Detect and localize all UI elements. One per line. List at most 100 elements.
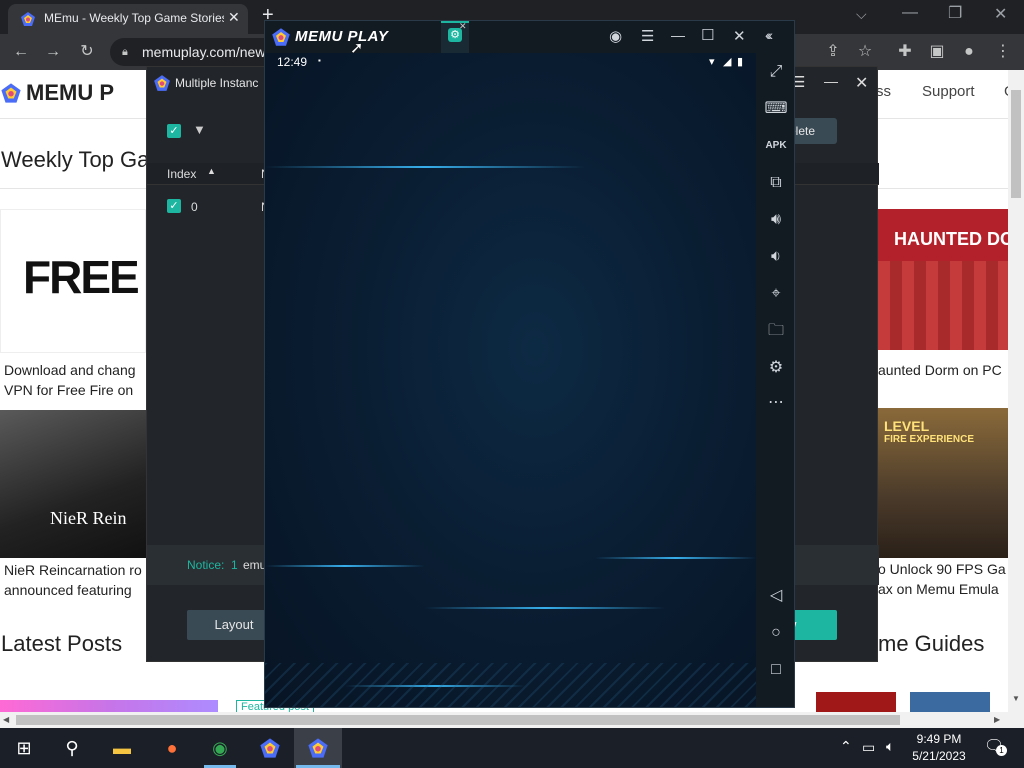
settings-gear-icon[interactable]: ⚙ — [756, 353, 794, 383]
post-thumbnail[interactable] — [0, 700, 218, 712]
reload-icon[interactable]: ↻ — [74, 34, 100, 70]
row-checkbox[interactable]: ✓ — [167, 199, 181, 213]
address-bar[interactable]: 🔒︎ memuplay.com/new — [110, 38, 290, 66]
column-header-index[interactable]: Index — [167, 167, 196, 181]
wifi-icon: ▾ — [709, 56, 715, 68]
site-logo[interactable]: MEMU P — [0, 80, 114, 106]
card-image-text: FREE — [23, 251, 140, 303]
share-icon[interactable]: ⇪ — [820, 34, 846, 70]
android-recents-icon[interactable]: □ — [756, 655, 794, 685]
bookmark-star-icon[interactable]: ☆ — [852, 34, 878, 70]
volume-icon[interactable]: 🔈︎ — [886, 738, 894, 755]
nav-item-partial[interactable]: ss — [876, 83, 891, 100]
card-image-text: HAUNTED DO — [894, 229, 1008, 249]
forward-icon[interactable]: → — [40, 34, 66, 70]
minimize-icon[interactable]: — — [671, 27, 685, 43]
close-window-icon[interactable]: ✕ — [994, 4, 1007, 24]
card-image-art — [878, 261, 1008, 350]
light-streak — [425, 607, 665, 609]
keyboard-icon[interactable]: ⌨ — [756, 94, 794, 124]
android-screen[interactable]: 12:49 ▪ ▾ ◢ ▮ — [265, 53, 756, 707]
section-heading-guides: me Guides — [878, 631, 985, 656]
more-options-icon[interactable]: ⋯ — [756, 388, 794, 418]
card-title[interactable]: Download and chang VPN for Free Fire on — [4, 360, 148, 400]
taskbar-time[interactable]: 9:49 PM — [916, 732, 962, 746]
network-icon[interactable]: ▭ — [862, 739, 875, 756]
android-back-icon[interactable]: ◁ — [756, 581, 794, 611]
chrome-icon[interactable]: ◉ — [196, 728, 244, 768]
taskbar-date[interactable]: 5/21/2023 — [910, 749, 968, 763]
volume-down-icon[interactable]: 🔉︎ — [756, 242, 794, 272]
guide-thumbnail[interactable] — [816, 692, 896, 712]
row-index: 0 — [191, 200, 198, 214]
browser-tab[interactable]: MEmu - Weekly Top Game Stories ✕ — [8, 4, 248, 34]
nav-item-support[interactable]: Support — [922, 83, 975, 100]
close-icon[interactable]: ✕ — [855, 73, 868, 93]
maximize-icon[interactable]: ☐ — [701, 26, 714, 44]
side-panel-icon[interactable]: ▣ — [924, 34, 950, 70]
url-text: memuplay.com/new — [142, 44, 266, 60]
tab-search-chevron-icon[interactable]: ⌵ — [856, 6, 867, 23]
restore-icon[interactable]: ❐ — [948, 3, 962, 23]
tab-close-icon[interactable]: ✕ — [459, 21, 467, 32]
filter-icon[interactable]: ▼ — [193, 122, 206, 137]
apk-install-icon[interactable]: APK — [756, 131, 794, 161]
scrollbar-thumb[interactable] — [16, 715, 900, 725]
tab-close-icon[interactable]: ✕ — [228, 9, 240, 26]
tab-title: MEmu - Weekly Top Game Stories — [44, 11, 224, 25]
android-home-icon[interactable]: ○ — [756, 618, 794, 648]
sort-ascending-icon[interactable]: ▲ — [207, 166, 216, 176]
notice-text: emu — [243, 558, 267, 572]
extensions-icon[interactable]: ✚ — [892, 34, 918, 70]
card-title[interactable]: o Unlock 90 FPS Ga ax on Memu Emula — [878, 559, 1008, 599]
profile-icon[interactable]: ● — [956, 34, 982, 70]
notice-count: 1 — [231, 558, 238, 572]
file-explorer-icon[interactable]: ▬ — [98, 728, 146, 768]
search-icon[interactable]: ⚲ — [48, 728, 96, 768]
card-image-text: FIRE EXPERIENCE — [884, 434, 975, 445]
close-icon[interactable]: ✕ — [733, 27, 746, 45]
firefox-icon[interactable]: ● — [148, 728, 196, 768]
memu-active-tab[interactable] — [294, 728, 342, 768]
card-image-nier[interactable]: NieR Rein — [0, 410, 146, 558]
scroll-left-icon[interactable]: ◀ — [3, 715, 9, 724]
minimize-icon[interactable]: — — [824, 73, 838, 89]
collapse-sidebar-icon[interactable]: ‹‹‹ — [765, 27, 773, 43]
scroll-down-icon[interactable]: ▼ — [1012, 694, 1020, 703]
tray-chevron-icon[interactable]: ⌃ — [840, 738, 852, 755]
multi-window-icon[interactable]: ⧉ — [756, 168, 794, 198]
scroll-right-icon[interactable]: ▶ — [994, 715, 1000, 724]
horizontal-scrollbar[interactable]: ◀ ▶ — [0, 712, 1024, 728]
menu-icon[interactable]: ☰ — [641, 27, 654, 45]
location-pin-icon[interactable]: ⌖ — [756, 279, 794, 309]
decorative-floor — [265, 663, 756, 707]
back-icon[interactable]: ← — [8, 34, 34, 70]
card-image-90fps[interactable]: LEVEL FIRE EXPERIENCE — [878, 408, 1008, 558]
memu-logo-text: MEMU PLAY — [295, 28, 389, 45]
folder-icon[interactable]: 🗀︎ — [756, 316, 794, 346]
memu-title-bar[interactable]: MEMU PLAY ⚙ ✕ ◉ ☰ — ☐ ✕ ‹‹‹ — [265, 21, 794, 53]
section-heading-latest: Latest Posts — [1, 631, 123, 656]
notification-count: 1 — [996, 745, 1007, 756]
volume-up-icon[interactable]: 🔊︎ — [756, 205, 794, 235]
guide-thumbnail[interactable] — [910, 692, 990, 712]
scrollbar-thumb[interactable] — [1011, 90, 1021, 198]
memu-sidebar: ⤢ ⌨ APK ⧉ 🔊︎ 🔉︎ ⌖ 🗀︎ ⚙ ⋯ ◁ ○ □ — [756, 53, 794, 707]
card-title[interactable]: aunted Dorm on PC — [878, 360, 1008, 380]
memu-taskbar-icon[interactable] — [246, 728, 294, 768]
notification-icon: ▪ — [318, 56, 321, 65]
card-title[interactable]: NieR Reincarnation ro announced featurin… — [4, 560, 148, 600]
section-heading-weekly: Weekly Top Ga — [1, 147, 150, 172]
card-image-free-fire[interactable]: FREE — [0, 209, 146, 353]
select-all-checkbox[interactable]: ✓ — [167, 124, 181, 138]
chrome-menu-icon[interactable]: ⋮ — [990, 34, 1016, 70]
minimize-icon[interactable]: — — [902, 4, 918, 22]
memu-logo-icon — [153, 74, 171, 92]
card-image-haunted-dorm[interactable]: HAUNTED DO — [878, 209, 1008, 350]
account-icon[interactable]: ◉ — [609, 27, 622, 45]
start-windows-icon[interactable]: ⊞ — [0, 728, 48, 768]
card-image-text: NieR Rein — [50, 508, 127, 528]
site-brand: MEMU P — [26, 80, 114, 105]
vertical-scrollbar[interactable]: ▼ — [1008, 70, 1024, 712]
fullscreen-icon[interactable]: ⤢ — [756, 57, 794, 87]
